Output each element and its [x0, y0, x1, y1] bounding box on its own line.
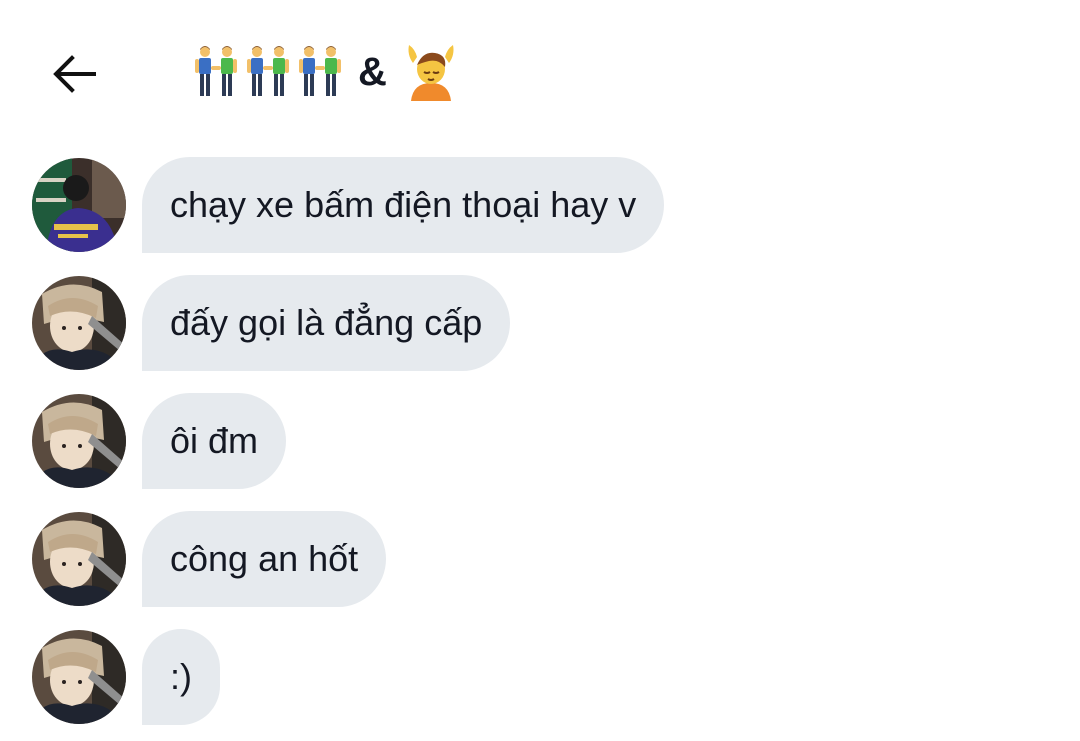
avatar-user-a[interactable]: [32, 158, 126, 252]
title-separator: &: [358, 50, 387, 94]
message-row: đấy gọi là đẳng cấp: [32, 274, 511, 372]
avatar-user-b[interactable]: [32, 512, 126, 606]
message-bubble[interactable]: chạy xe bấm điện thoại hay v: [142, 157, 665, 253]
message-row: :): [32, 628, 220, 726]
message-text: ôi đm: [170, 420, 259, 461]
arrow-left-icon: [53, 55, 96, 93]
avatar-user-b[interactable]: [32, 276, 126, 370]
message-text: :): [170, 656, 192, 697]
message-text: chạy xe bấm điện thoại hay v: [170, 184, 637, 225]
men-holding-hands-icon: [244, 44, 292, 100]
chat-title[interactable]: &: [192, 40, 457, 104]
avatar-user-b[interactable]: [32, 630, 126, 724]
back-button[interactable]: [44, 44, 104, 104]
message-row: chạy xe bấm điện thoại hay v: [32, 156, 665, 254]
message-bubble[interactable]: :): [142, 629, 220, 725]
message-row: ôi đm: [32, 392, 287, 490]
message-bubble[interactable]: ôi đm: [142, 393, 287, 489]
message-row: công an hốt: [32, 510, 387, 608]
message-text: công an hốt: [170, 538, 359, 579]
avatar-user-b[interactable]: [32, 394, 126, 488]
men-holding-hands-icon: [192, 44, 240, 100]
message-text: đấy gọi là đẳng cấp: [170, 302, 483, 343]
men-holding-hands-icon: [296, 44, 344, 100]
chat-screen: & chạy xe bấm điện thoại hay v đấy gọi l…: [0, 0, 1080, 741]
message-bubble[interactable]: công an hốt: [142, 511, 387, 607]
person-getting-massage-icon: [408, 45, 454, 101]
chat-header: &: [0, 0, 1080, 140]
message-bubble[interactable]: đấy gọi là đẳng cấp: [142, 275, 511, 371]
